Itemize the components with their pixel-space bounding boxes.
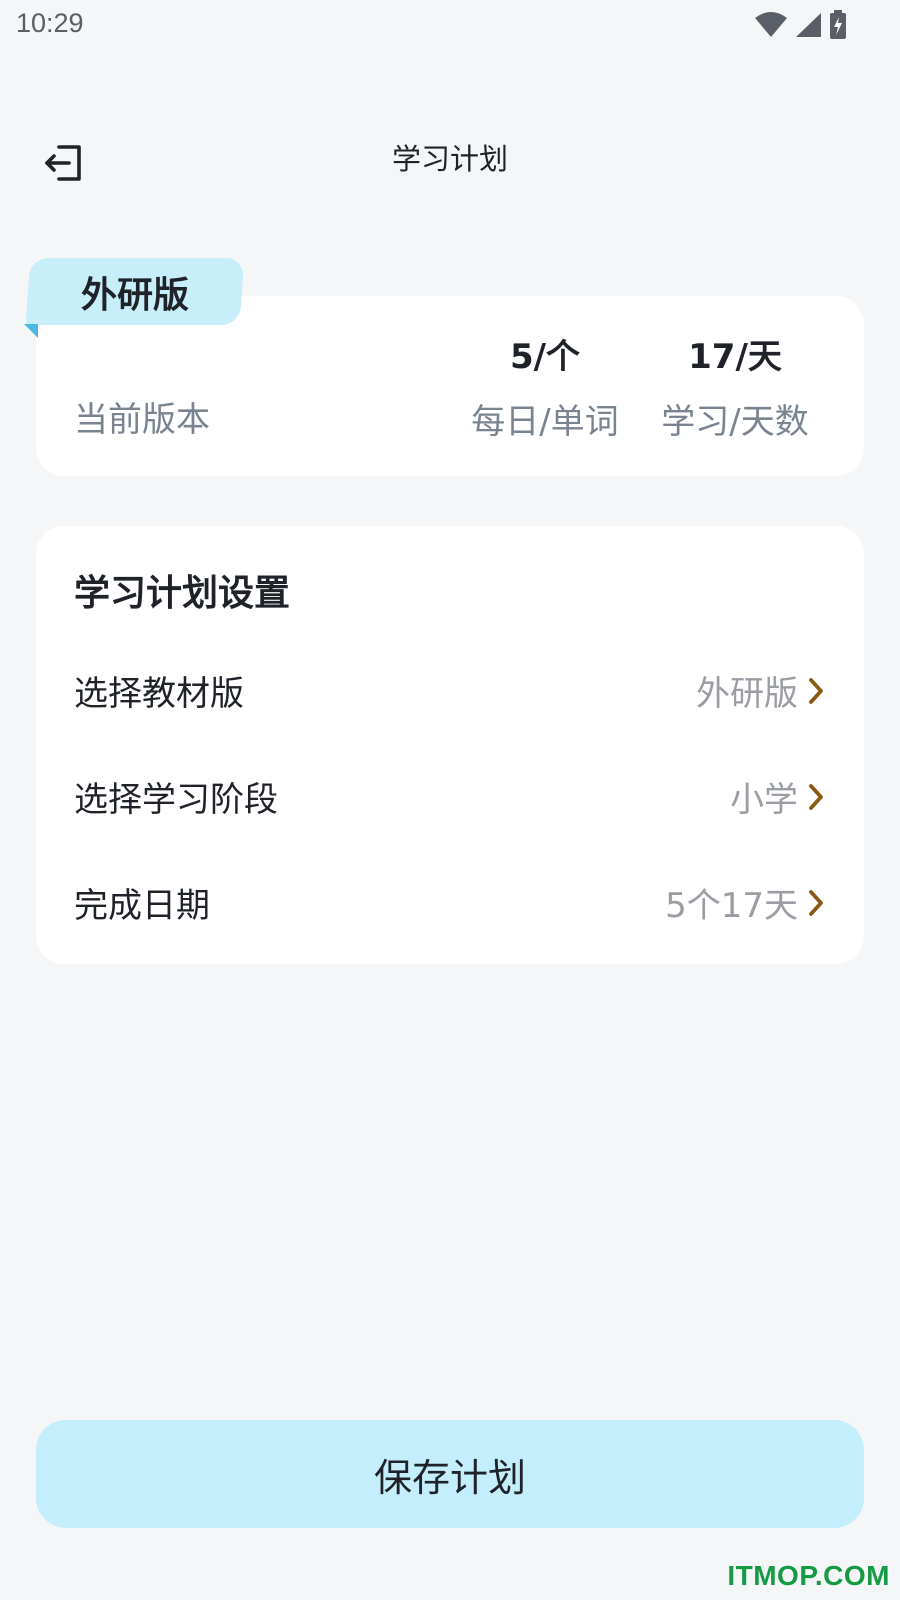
study-days-label: 学习/天数: [661, 402, 809, 442]
chevron-right-icon: [806, 676, 826, 706]
study-days-value: 17/天: [688, 337, 782, 377]
current-version-label: 当前版本: [74, 400, 210, 440]
setting-label: 选择教材版: [74, 674, 244, 714]
setting-label: 完成日期: [74, 886, 210, 926]
setting-value: 外研版: [696, 674, 798, 714]
setting-row-textbook[interactable]: 选择教材版 外研版: [74, 654, 864, 724]
battery-charging-icon: [828, 10, 848, 40]
status-bar: 10:29: [0, 0, 900, 50]
save-plan-button[interactable]: 保存计划: [36, 1420, 864, 1528]
setting-row-completion-date[interactable]: 完成日期 5个17天: [74, 866, 864, 936]
setting-label: 选择学习阶段: [74, 780, 278, 820]
daily-words-label: 每日/单词: [471, 402, 619, 442]
signal-icon: [794, 11, 822, 39]
status-time: 10:29: [16, 8, 84, 38]
chevron-right-icon: [806, 888, 826, 918]
daily-words-stat: 5/个 每日/单词: [450, 332, 640, 443]
settings-title: 学习计划设置: [74, 573, 291, 614]
setting-row-stage[interactable]: 选择学习阶段 小学: [74, 760, 864, 830]
watermark: ITMOP.COM: [727, 1560, 890, 1591]
wifi-icon: [754, 11, 788, 39]
status-icons: [754, 10, 848, 40]
page-title: 学习计划: [391, 142, 508, 176]
setting-value: 5个17天: [665, 886, 798, 926]
plan-settings-card: 学习计划设置 选择教材版 外研版 选择学习阶段 小学 完成日期 5个17天: [36, 526, 864, 964]
study-days-stat: 17/天 学习/天数: [640, 332, 830, 443]
app-header: 学习计划: [0, 120, 900, 190]
version-tab-fold: [24, 324, 38, 338]
version-tab-label: 外研版: [80, 274, 189, 316]
daily-words-value: 5/个: [509, 337, 581, 377]
setting-value: 小学: [730, 780, 798, 820]
chevron-right-icon: [806, 782, 826, 812]
